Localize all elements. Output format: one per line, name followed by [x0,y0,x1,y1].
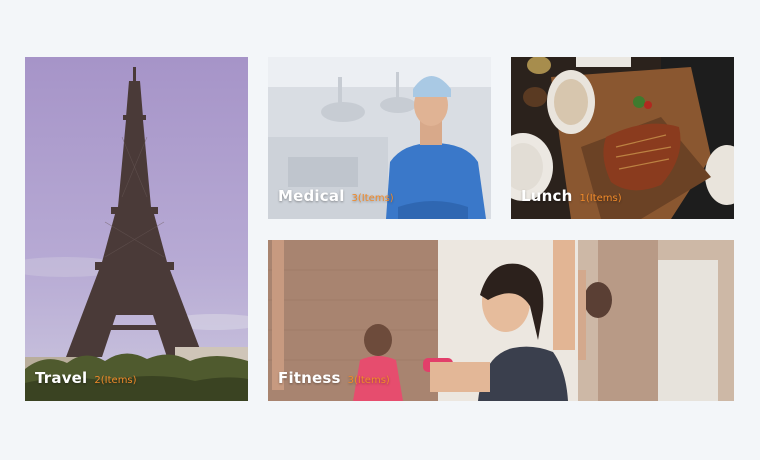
category-card-medical[interactable]: Medical 3(Items) [268,57,491,219]
category-name: Lunch [521,187,573,205]
category-caption: Travel 2(Items) [35,369,137,387]
category-caption: Medical 3(Items) [278,187,394,205]
eiffel-tower-image [25,57,248,401]
category-caption: Lunch 1(Items) [521,187,622,205]
category-count: 3(Items) [347,375,390,386]
category-count: 2(Items) [94,375,137,386]
category-count: 3(Items) [351,193,394,204]
category-card-fitness[interactable]: Fitness 3(Items) [268,240,734,401]
category-count: 1(Items) [579,193,622,204]
category-card-lunch[interactable]: Lunch 1(Items) [511,57,734,219]
category-card-travel[interactable]: Travel 2(Items) [25,57,248,401]
category-caption: Fitness 3(Items) [278,369,390,387]
category-name: Medical [278,187,345,205]
category-name: Travel [35,369,88,387]
category-name: Fitness [278,369,341,387]
